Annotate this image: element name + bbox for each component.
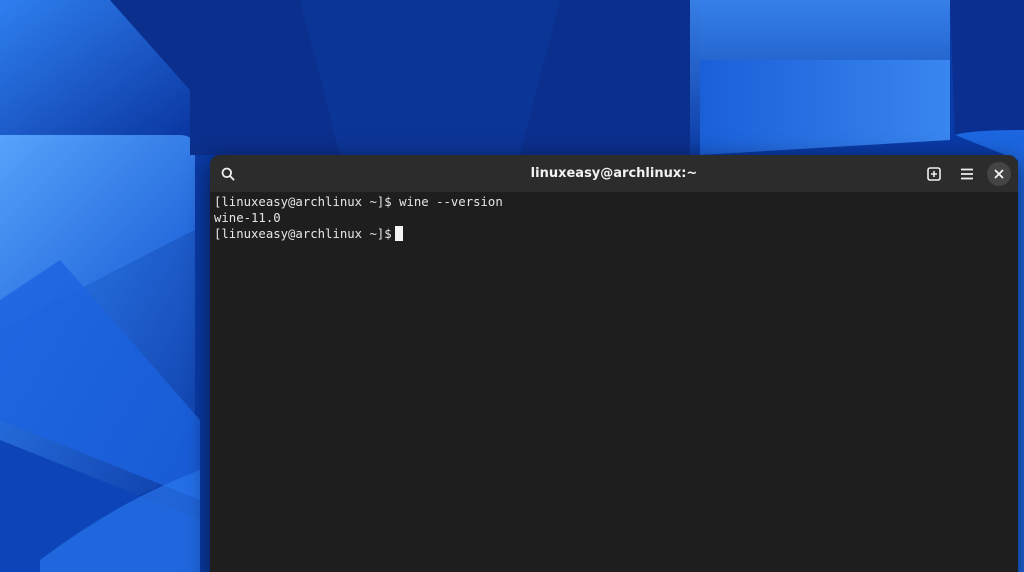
menu-button[interactable]: [954, 161, 979, 186]
hamburger-menu-icon: [960, 168, 974, 180]
terminal-window[interactable]: linuxeasy@archlinux:~ [linuxeasy@archlin…: [210, 155, 1018, 572]
window-title: linuxeasy@archlinux:~: [530, 166, 698, 181]
terminal-prompt-line: [linuxeasy@archlinux ~]$: [214, 226, 1018, 242]
new-tab-button[interactable]: [921, 161, 946, 186]
close-button[interactable]: [987, 162, 1011, 186]
text-cursor: [394, 226, 403, 241]
terminal-line: [linuxeasy@archlinux ~]$ wine --version: [214, 195, 503, 209]
terminal-output[interactable]: [linuxeasy@archlinux ~]$ wine --version …: [214, 194, 1018, 572]
prompt-text: [linuxeasy@archlinux ~]$: [214, 227, 392, 241]
desktop-wallpaper: linuxeasy@archlinux:~ [linuxeasy@archlin…: [0, 0, 1024, 572]
new-tab-icon: [926, 166, 941, 181]
title-bar[interactable]: linuxeasy@archlinux:~: [210, 155, 1018, 192]
terminal-line: wine-11.0: [214, 211, 281, 225]
close-icon: [994, 169, 1004, 179]
